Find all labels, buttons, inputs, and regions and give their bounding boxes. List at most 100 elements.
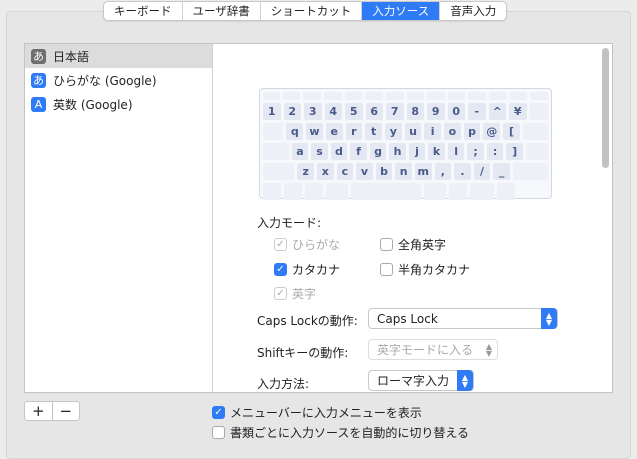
blank-key bbox=[263, 163, 295, 180]
key: _ bbox=[493, 163, 510, 180]
popup-value: ローマ字入力 bbox=[377, 374, 450, 388]
keyboard-row bbox=[263, 183, 548, 200]
input-mode-label: 入力モード: bbox=[257, 216, 322, 230]
key: a bbox=[291, 143, 309, 160]
checkmark-icon: ✓ bbox=[274, 238, 287, 251]
blank-key bbox=[385, 92, 404, 100]
keyboard-row: a s d f g h j k l;:] bbox=[263, 143, 548, 160]
list-item-label: 英数 (Google) bbox=[53, 97, 133, 112]
key: h bbox=[389, 143, 406, 160]
key: c bbox=[336, 163, 354, 180]
tab-dictation[interactable]: 音声入力 bbox=[440, 2, 506, 20]
blank-key bbox=[497, 183, 515, 200]
blank-key bbox=[282, 92, 301, 100]
list-item-hiragana-google[interactable]: あひらがな (Google) bbox=[25, 68, 212, 92]
blank-key bbox=[305, 183, 323, 200]
key: ] bbox=[506, 143, 523, 160]
add-source-button[interactable]: + bbox=[25, 402, 53, 420]
list-item-japanese[interactable]: あ日本語 bbox=[25, 44, 212, 68]
key: / bbox=[473, 163, 491, 180]
tab-user-dictionary[interactable]: ユーザ辞書 bbox=[183, 2, 261, 20]
key: 4 bbox=[324, 103, 342, 120]
blank-key bbox=[365, 92, 383, 100]
blank-key bbox=[447, 92, 466, 100]
shift-label: Shiftキーの動作: bbox=[257, 346, 349, 360]
key: - bbox=[468, 103, 486, 120]
input-sources-box: あ日本語 あひらがな (Google) A 英数 (Google) 1234567… bbox=[24, 43, 613, 393]
input-method-label: 入力方法: bbox=[257, 377, 310, 391]
blank-key bbox=[529, 103, 548, 120]
hiragana-checkbox: ✓ ひらがな bbox=[274, 236, 340, 253]
caps-lock-popup[interactable]: Caps Lock ▲ ▼ bbox=[368, 308, 558, 329]
key: r bbox=[345, 123, 363, 140]
popup-value: Caps Lock bbox=[377, 311, 438, 326]
key: n bbox=[395, 163, 412, 180]
latin-a-icon: A bbox=[31, 96, 46, 112]
list-item-eisu-google[interactable]: A 英数 (Google) bbox=[25, 92, 212, 116]
tab-keyboard[interactable]: キーボード bbox=[104, 2, 183, 20]
key: m bbox=[414, 163, 432, 180]
eiji-checkbox: ✓ 英字 bbox=[274, 285, 316, 302]
zenkaku-eiji-checkbox[interactable]: 全角英字 bbox=[380, 236, 446, 253]
checkbox-label: ひらがな bbox=[292, 238, 341, 252]
blank-key bbox=[263, 183, 281, 200]
blank-key bbox=[468, 92, 487, 100]
keyboard-layout-preview: 1 2 3 4 5 6 7 8 9 0- ^ ¥ q w e r t y u i o p @[a s d f g h j k l;:] z x c… bbox=[259, 88, 552, 200]
key: ; bbox=[467, 143, 484, 160]
blank-key bbox=[522, 123, 548, 140]
blank-key bbox=[303, 92, 322, 100]
keyboard-row: q w e r t y u i o p @[ bbox=[263, 123, 548, 140]
show-input-menu-checkbox[interactable]: ✓ メニューバーに入力メニューを表示 bbox=[212, 404, 422, 421]
checkbox-label: カタカナ bbox=[292, 263, 341, 277]
key: [ bbox=[503, 123, 520, 140]
scrollbar[interactable] bbox=[602, 48, 609, 168]
key: 1 bbox=[263, 103, 281, 120]
key: 0 bbox=[447, 103, 465, 120]
key: l bbox=[447, 143, 465, 160]
key: w bbox=[306, 123, 323, 140]
key: p bbox=[463, 123, 481, 140]
key: ¥ bbox=[509, 103, 527, 120]
updown-chevron-icon: ▲ ▼ bbox=[457, 370, 473, 391]
blank-key bbox=[324, 92, 342, 100]
key: x bbox=[316, 163, 334, 180]
checkmark-icon: ✓ bbox=[274, 263, 287, 276]
keyboard-row: z x c v b n m,. / _ bbox=[263, 163, 548, 180]
checkbox-label: メニューバーに入力メニューを表示 bbox=[230, 406, 422, 420]
key: z bbox=[297, 163, 314, 180]
blank-key bbox=[406, 92, 425, 100]
input-source-list: あ日本語 あひらがな (Google) A 英数 (Google) bbox=[25, 44, 213, 392]
blank-key bbox=[512, 163, 548, 180]
blank-key bbox=[530, 92, 548, 100]
hiragana-a-icon: あ bbox=[31, 48, 46, 64]
blank-key bbox=[525, 143, 548, 160]
key: 2 bbox=[283, 103, 301, 120]
key: k bbox=[428, 143, 445, 160]
checkbox-box bbox=[380, 238, 393, 251]
key: , bbox=[434, 163, 452, 180]
blank-key bbox=[351, 183, 421, 200]
remove-source-button[interactable]: − bbox=[53, 402, 80, 420]
blank-key bbox=[263, 123, 284, 140]
list-item-label: 日本語 bbox=[53, 49, 90, 64]
updown-chevron-icon: ▲ ▼ bbox=[541, 308, 557, 329]
add-remove-buttons: + − bbox=[24, 401, 80, 421]
list-item-label: ひらがな (Google) bbox=[53, 73, 157, 88]
blank-key bbox=[427, 92, 445, 100]
tab-input-sources[interactable]: 入力ソース bbox=[362, 2, 441, 20]
hankaku-katakana-checkbox[interactable]: 半角カタカナ bbox=[380, 261, 470, 278]
key: j bbox=[408, 143, 426, 160]
key: 5 bbox=[345, 103, 363, 120]
katakana-checkbox[interactable]: ✓ カタカナ bbox=[274, 261, 340, 278]
updown-chevron-icon: ▲ ▼ bbox=[485, 341, 493, 358]
tab-shortcuts[interactable]: ショートカット bbox=[261, 2, 363, 20]
key: @ bbox=[483, 123, 501, 140]
key: i bbox=[424, 123, 442, 140]
key: e bbox=[325, 123, 343, 140]
key: t bbox=[365, 123, 382, 140]
checkbox-label: 半角カタカナ bbox=[398, 263, 471, 277]
auto-switch-checkbox[interactable]: 書類ごとに入力ソースを自動的に切り替える bbox=[212, 424, 469, 441]
input-method-popup[interactable]: ローマ字入力 ▲ ▼ bbox=[368, 370, 474, 391]
key: y bbox=[384, 123, 402, 140]
key: v bbox=[356, 163, 373, 180]
